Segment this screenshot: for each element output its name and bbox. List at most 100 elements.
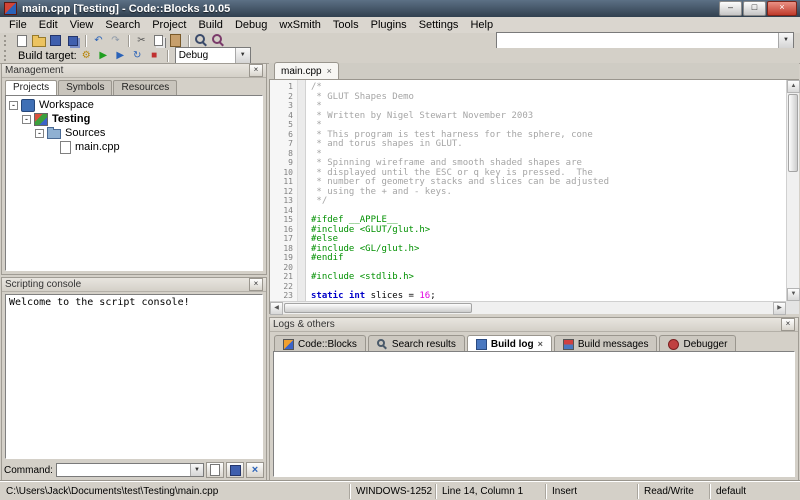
scroll-down-icon[interactable]: ▼ bbox=[787, 288, 800, 301]
close-tab-icon[interactable]: × bbox=[538, 339, 543, 349]
code-line[interactable]: 11 * number of geometry stacks and slice… bbox=[270, 177, 786, 187]
run-button[interactable]: ▶ bbox=[96, 49, 111, 62]
scrollbar-thumb[interactable] bbox=[284, 303, 472, 313]
code-line[interactable]: 14 bbox=[270, 206, 786, 216]
code-line[interactable]: 2 * GLUT Shapes Demo bbox=[270, 92, 786, 102]
save-all-button[interactable] bbox=[65, 34, 80, 47]
line-number: 18 bbox=[283, 243, 293, 253]
code-line[interactable]: 20 bbox=[270, 263, 786, 273]
expander-icon[interactable]: - bbox=[22, 114, 31, 124]
menu-item-view[interactable]: View bbox=[64, 18, 100, 32]
expander-icon[interactable]: - bbox=[35, 128, 44, 138]
compile-button[interactable]: ⚙ bbox=[79, 49, 94, 62]
close-panel-icon[interactable]: × bbox=[781, 318, 795, 331]
minimize-button[interactable]: – bbox=[719, 1, 742, 16]
project-tree[interactable]: - Workspace - Testing - Sources main.cpp bbox=[5, 95, 263, 271]
scroll-right-icon[interactable]: ▶ bbox=[773, 302, 786, 315]
code-line[interactable]: 9 * Spinning wireframe and smooth shaded… bbox=[270, 158, 786, 168]
code-line[interactable]: 12 * using the + and - keys. bbox=[270, 187, 786, 197]
command-input[interactable]: ▼ bbox=[55, 463, 204, 477]
expander-icon[interactable]: - bbox=[9, 100, 18, 110]
rebuild-button[interactable]: ↻ bbox=[130, 49, 145, 62]
code-line[interactable]: 5 * bbox=[270, 120, 786, 130]
logs-tab-code-blocks[interactable]: Code::Blocks bbox=[274, 335, 366, 352]
code-line[interactable]: 17 #else bbox=[270, 234, 786, 244]
logs-tab-build-log[interactable]: Build log × bbox=[466, 335, 552, 352]
find-button[interactable] bbox=[194, 34, 209, 47]
editor[interactable]: 1/* 2 * GLUT Shapes Demo 3 * 4 * Written by… bbox=[269, 80, 800, 315]
maximize-button[interactable]: □ bbox=[743, 1, 766, 16]
build-log-icon bbox=[475, 338, 487, 350]
menu-item-plugins[interactable]: Plugins bbox=[365, 18, 413, 32]
vertical-scrollbar[interactable]: ▲ ▼ bbox=[786, 80, 800, 301]
code-line[interactable]: 4 * Written by Nigel Stewart November 20… bbox=[270, 111, 786, 121]
menu-item-project[interactable]: Project bbox=[146, 18, 192, 32]
console-load-button[interactable] bbox=[206, 462, 224, 478]
tree-item-main-cpp[interactable]: main.cpp bbox=[6, 140, 262, 154]
menu-item-wxsmith[interactable]: wxSmith bbox=[273, 18, 327, 32]
build-target-combo[interactable]: Debug ▼ bbox=[174, 47, 251, 64]
dropdown-arrow-icon[interactable]: ▼ bbox=[190, 464, 203, 476]
code-line[interactable]: 21 #include <stdlib.h> bbox=[270, 272, 786, 282]
open-file-button[interactable] bbox=[31, 34, 46, 47]
code-completion-combo[interactable]: ▼ bbox=[496, 32, 794, 49]
code-line[interactable]: 22 bbox=[270, 282, 786, 292]
logs-tab-search-results[interactable]: Search results bbox=[367, 335, 465, 352]
tab-resources[interactable]: Resources bbox=[113, 80, 178, 95]
code-line[interactable]: 13 */ bbox=[270, 196, 786, 206]
build-and-run-button[interactable]: ▶ bbox=[113, 49, 128, 62]
close-tab-icon[interactable]: × bbox=[327, 66, 332, 76]
code-line[interactable]: 3 * bbox=[270, 101, 786, 111]
menu-item-search[interactable]: Search bbox=[99, 18, 146, 32]
editor-tab-main-cpp[interactable]: main.cpp × bbox=[274, 62, 339, 79]
code-line[interactable]: 15 #ifdef __APPLE__ bbox=[270, 215, 786, 225]
tab-projects[interactable]: Projects bbox=[5, 80, 58, 95]
code-line[interactable]: 8 * bbox=[270, 149, 786, 159]
horizontal-scrollbar[interactable]: ◀ ▶ bbox=[270, 301, 786, 315]
console-save-button[interactable] bbox=[226, 462, 244, 478]
dropdown-arrow-icon[interactable]: ▼ bbox=[234, 48, 250, 63]
paste-button[interactable] bbox=[168, 34, 183, 47]
menu-item-settings[interactable]: Settings bbox=[413, 18, 465, 32]
menu-item-build[interactable]: Build bbox=[192, 18, 228, 32]
code-line[interactable]: 23 static int slices = 16; bbox=[270, 291, 786, 301]
menu-item-file[interactable]: File bbox=[3, 18, 33, 32]
toolbar-grip[interactable] bbox=[4, 50, 9, 61]
code-area[interactable]: 1/* 2 * GLUT Shapes Demo 3 * 4 * Written by… bbox=[270, 82, 786, 301]
cut-button[interactable]: ✂ bbox=[134, 34, 149, 47]
menu-item-edit[interactable]: Edit bbox=[33, 18, 64, 32]
code-line[interactable]: 19 #endif bbox=[270, 253, 786, 263]
close-panel-icon[interactable]: × bbox=[249, 278, 263, 291]
tab-symbols[interactable]: Symbols bbox=[58, 80, 113, 95]
new-file-button[interactable] bbox=[14, 34, 29, 47]
scroll-up-icon[interactable]: ▲ bbox=[787, 80, 800, 93]
close-panel-icon[interactable]: × bbox=[249, 64, 263, 77]
tree-item-sources[interactable]: - Sources bbox=[6, 126, 262, 140]
code-line[interactable]: 7 * and torus shapes in GLUT. bbox=[270, 139, 786, 149]
dropdown-arrow-icon[interactable]: ▼ bbox=[778, 33, 793, 48]
search-icon bbox=[376, 339, 385, 347]
menu-item-help[interactable]: Help bbox=[464, 18, 499, 32]
console-clear-button[interactable]: × bbox=[246, 462, 264, 478]
replace-button[interactable] bbox=[211, 34, 226, 47]
scroll-left-icon[interactable]: ◀ bbox=[270, 302, 283, 315]
code-line[interactable]: 10 * displayed until the ESC or q key is… bbox=[270, 168, 786, 178]
scrollbar-thumb[interactable] bbox=[788, 94, 798, 172]
abort-button[interactable]: ■ bbox=[147, 49, 162, 62]
copy-button[interactable] bbox=[151, 34, 166, 47]
redo-button[interactable]: ↷ bbox=[108, 34, 123, 47]
code-line[interactable]: 18 #include <GL/glut.h> bbox=[270, 244, 786, 254]
logs-tab-build-messages[interactable]: Build messages bbox=[553, 335, 658, 352]
code-line[interactable]: 1/* bbox=[270, 82, 786, 92]
menu-item-debug[interactable]: Debug bbox=[229, 18, 273, 32]
undo-button[interactable]: ↶ bbox=[91, 34, 106, 47]
code-line[interactable]: 6 * This program is test harness for the… bbox=[270, 130, 786, 140]
toolbar-grip[interactable] bbox=[4, 35, 9, 46]
tree-item-testing[interactable]: - Testing bbox=[6, 112, 262, 126]
code-line[interactable]: 16 #include <GLUT/glut.h> bbox=[270, 225, 786, 235]
logs-tab-debugger[interactable]: Debugger bbox=[659, 335, 737, 352]
menu-item-tools[interactable]: Tools bbox=[327, 18, 365, 32]
save-button[interactable] bbox=[48, 34, 63, 47]
close-button[interactable]: × bbox=[767, 1, 797, 16]
tree-item-workspace[interactable]: - Workspace bbox=[6, 98, 262, 112]
